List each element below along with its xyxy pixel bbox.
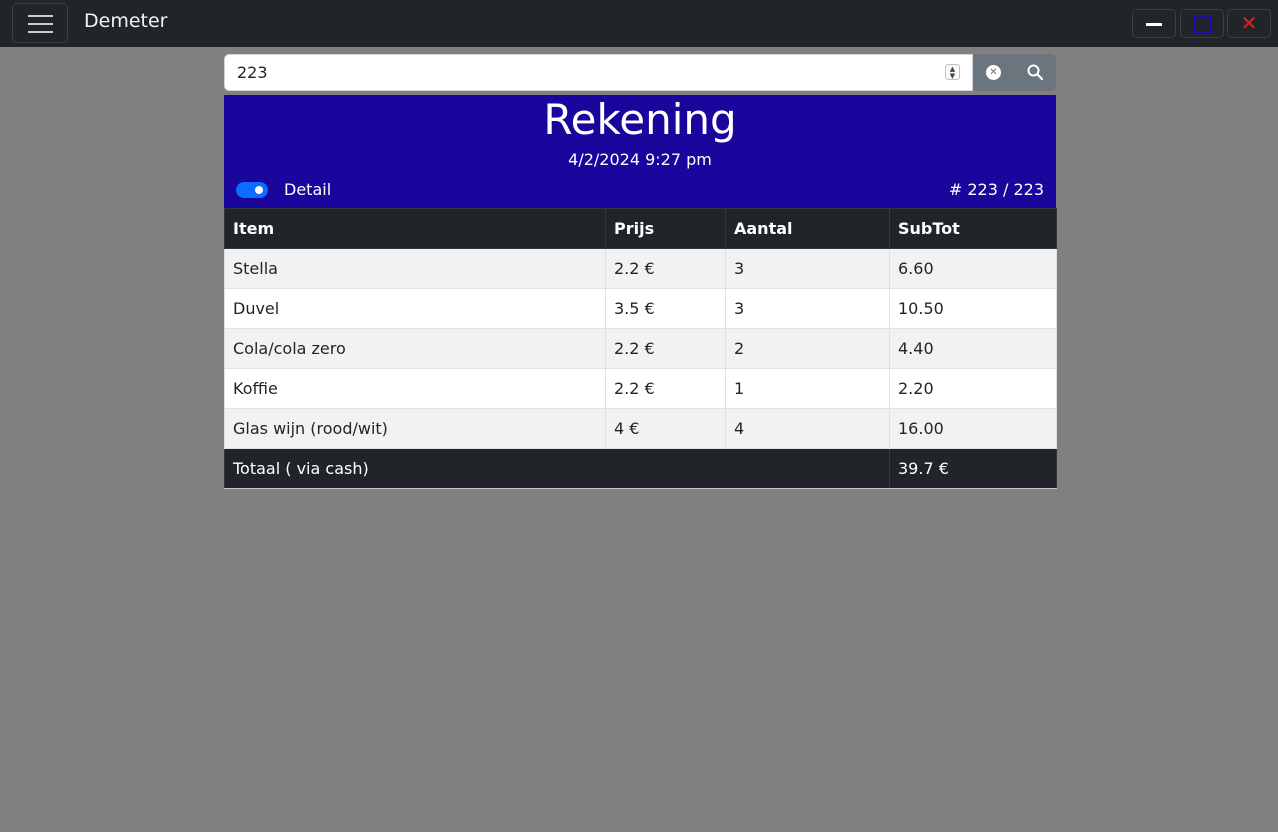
- cell-item: Stella: [224, 248, 606, 289]
- table-row: Cola/cola zero 2.2 € 2 4.40: [224, 328, 1057, 369]
- cell-item: Koffie: [224, 368, 606, 409]
- cell-quantity: 3: [725, 288, 890, 329]
- menu-icon-line: [28, 31, 53, 33]
- cell-price: 2.2 €: [605, 328, 726, 369]
- app-title: Demeter: [84, 10, 168, 32]
- cell-subtotal: 4.40: [889, 328, 1057, 369]
- search-button[interactable]: [1014, 54, 1056, 91]
- cell-quantity: 1: [725, 368, 890, 409]
- cell-price: 2.2 €: [605, 248, 726, 289]
- minimize-icon: [1146, 23, 1162, 26]
- table-row: Koffie 2.2 € 1 2.20: [224, 368, 1057, 409]
- detail-toggle[interactable]: [236, 182, 268, 198]
- cell-item: Cola/cola zero: [224, 328, 606, 369]
- search-bar: ▲ ▼ ✕: [224, 54, 1056, 91]
- cell-subtotal: 6.60: [889, 248, 1057, 289]
- spinner-down-icon[interactable]: ▼: [946, 73, 959, 80]
- maximize-icon: [1193, 15, 1211, 33]
- total-row: Totaal ( via cash) 39.7 €: [224, 448, 1057, 489]
- cell-subtotal: 2.20: [889, 368, 1057, 409]
- receipt-items-table: Item Prijs Aantal SubTot Stella 2.2 € 3 …: [224, 208, 1057, 489]
- total-label: Totaal ( via cash): [224, 448, 890, 489]
- cell-price: 3.5 €: [605, 288, 726, 329]
- detail-label: Detail: [284, 180, 332, 199]
- column-header-prijs: Prijs: [605, 208, 726, 249]
- number-spinner[interactable]: ▲ ▼: [945, 64, 960, 80]
- receipt-number: # 223 / 223: [948, 180, 1044, 199]
- close-icon: ✕: [1240, 11, 1258, 35]
- title-bar: Demeter ✕: [0, 0, 1278, 47]
- cell-item: Glas wijn (rood/wit): [224, 408, 606, 449]
- column-header-item: Item: [224, 208, 606, 249]
- cell-quantity: 3: [725, 248, 890, 289]
- clear-button[interactable]: ✕: [973, 54, 1014, 91]
- cell-quantity: 4: [725, 408, 890, 449]
- hamburger-menu-button[interactable]: [12, 3, 68, 43]
- receipt-number-input[interactable]: [224, 54, 973, 91]
- cell-subtotal: 16.00: [889, 408, 1057, 449]
- column-header-aantal: Aantal: [725, 208, 890, 249]
- cell-quantity: 2: [725, 328, 890, 369]
- table-row: Stella 2.2 € 3 6.60: [224, 248, 1057, 289]
- search-icon: [1027, 64, 1043, 80]
- table-row: Duvel 3.5 € 3 10.50: [224, 288, 1057, 329]
- receipt-datetime: 4/2/2024 9:27 pm: [568, 150, 712, 169]
- table-row: Glas wijn (rood/wit) 4 € 4 16.00: [224, 408, 1057, 449]
- close-button[interactable]: ✕: [1227, 9, 1271, 38]
- cell-item: Duvel: [224, 288, 606, 329]
- cell-subtotal: 10.50: [889, 288, 1057, 329]
- maximize-button[interactable]: [1180, 9, 1224, 38]
- menu-icon-line: [28, 23, 53, 25]
- total-value: 39.7 €: [889, 448, 1057, 489]
- minimize-button[interactable]: [1132, 9, 1176, 38]
- column-header-subtot: SubTot: [889, 208, 1057, 249]
- cell-price: 2.2 €: [605, 368, 726, 409]
- receipt-title: Rekening: [543, 95, 737, 144]
- receipt-header: Rekening 4/2/2024 9:27 pm Detail # 223 /…: [224, 95, 1056, 209]
- toggle-knob: [255, 186, 263, 194]
- cell-price: 4 €: [605, 408, 726, 449]
- menu-icon: [28, 15, 53, 17]
- table-header-row: Item Prijs Aantal SubTot: [224, 208, 1057, 249]
- clear-icon: ✕: [986, 65, 1001, 80]
